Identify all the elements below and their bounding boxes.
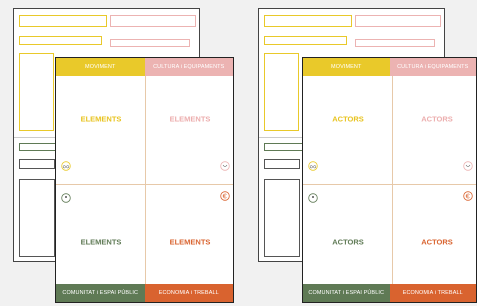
- bike-icon: [61, 161, 71, 171]
- card-top-band: MOVIMENT CULTURA i EQUIPAMENTS: [56, 58, 233, 76]
- worksheet-header-pink: [355, 15, 441, 27]
- quadrant-vertical-divider: [145, 76, 146, 284]
- quadrant-economy-text: ELEMENTS: [169, 237, 211, 247]
- worksheet-field-green: [264, 159, 300, 169]
- worksheet-header-pink: [110, 15, 196, 27]
- culture-label: CULTURA i EQUIPAMENTS: [144, 58, 233, 76]
- theatre-masks-icon: [463, 161, 473, 171]
- worksheet-field-yellow: [264, 36, 347, 45]
- culture-label: CULTURA i EQUIPAMENTS: [389, 58, 476, 76]
- economy-label: ECONOMIA i TREBALL: [389, 284, 476, 302]
- worksheet-header-green: [264, 143, 304, 151]
- theatre-masks-icon: [220, 161, 230, 171]
- movement-label: MOVIMENT: [303, 58, 390, 76]
- card-top-band: MOVIMENT CULTURA i EQUIPAMENTS: [303, 58, 476, 76]
- quadrant-culture-text: ELEMENTS: [169, 114, 211, 124]
- quadrant-card-actors: MOVIMENT CULTURA i EQUIPAMENTS ACTORS AC…: [302, 57, 477, 303]
- worksheet-area-yellow: [264, 53, 299, 131]
- worksheet-area-green: [19, 179, 55, 257]
- euro-icon: [463, 191, 473, 201]
- worksheet-field-pink: [355, 39, 435, 47]
- worksheet-header-green: [19, 143, 59, 151]
- people-icon: [61, 193, 71, 203]
- quadrant-economy-text: ACTORS: [421, 237, 453, 247]
- quadrant-movement-text: ACTORS: [332, 114, 364, 124]
- quadrant-horizontal-divider: [303, 184, 476, 185]
- quadrant-community-text: ACTORS: [332, 237, 364, 247]
- card-bottom-band: COMUNITAT i ESPAI PÚBLIC ECONOMIA i TREB…: [56, 284, 233, 302]
- quadrant-movement-text: ELEMENTS: [80, 114, 122, 124]
- bike-icon: [308, 161, 318, 171]
- worksheet-area-green: [264, 179, 300, 257]
- worksheet-header-yellow: [264, 15, 352, 27]
- movement-label: MOVIMENT: [56, 58, 145, 76]
- quadrant-card-elements: MOVIMENT CULTURA i EQUIPAMENTS ELEMENTS …: [55, 57, 234, 303]
- quadrant-community-text: ELEMENTS: [80, 237, 122, 247]
- people-icon: [308, 193, 318, 203]
- economy-label: ECONOMIA i TREBALL: [144, 284, 233, 302]
- quadrant-vertical-divider: [392, 76, 393, 284]
- euro-icon: [220, 191, 230, 201]
- worksheet-field-yellow: [19, 36, 102, 45]
- quadrant-culture-text: ACTORS: [421, 114, 453, 124]
- community-label: COMUNITAT i ESPAI PÚBLIC: [303, 284, 390, 302]
- community-label: COMUNITAT i ESPAI PÚBLIC: [56, 284, 145, 302]
- worksheet-field-green: [19, 159, 55, 169]
- quadrant-horizontal-divider: [56, 184, 233, 185]
- card-bottom-band: COMUNITAT i ESPAI PÚBLIC ECONOMIA i TREB…: [303, 284, 476, 302]
- worksheet-area-yellow: [19, 53, 54, 131]
- worksheet-field-pink: [110, 39, 190, 47]
- worksheet-header-yellow: [19, 15, 107, 27]
